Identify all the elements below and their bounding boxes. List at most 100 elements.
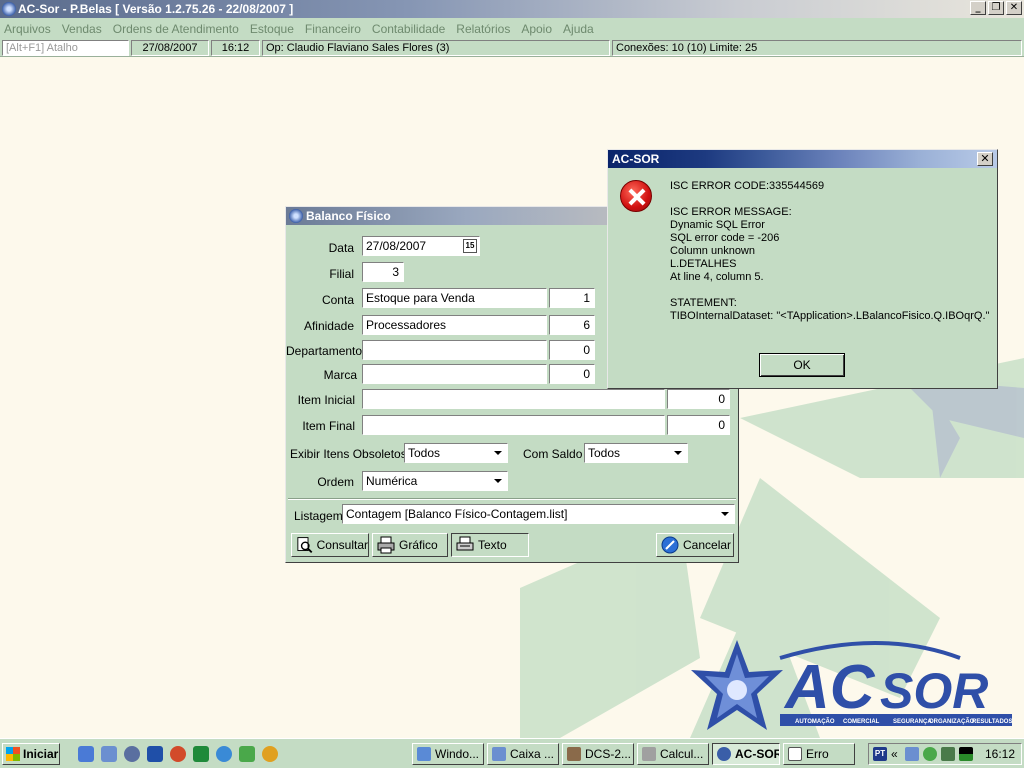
item-final-code-input[interactable]: 0 [667,415,730,435]
ok-button[interactable]: OK [759,353,845,377]
item-inicial-name-input[interactable] [362,389,665,409]
error-title-bar[interactable]: AC-SOR ✕ [608,150,997,168]
window-icon [788,747,802,761]
language-indicator[interactable]: PT [873,747,887,761]
label-departamento: Departamento [286,344,363,358]
task-calculadora[interactable]: Calcul... [637,743,709,765]
departamento-code-input[interactable]: 0 [549,340,595,360]
item-final-name-input[interactable] [362,415,665,435]
firefox-icon[interactable] [170,746,186,762]
close-button[interactable]: ✕ [1006,1,1022,15]
magnifier-icon [297,537,313,554]
printer-icon [456,536,474,551]
ordem-select[interactable]: Numérica [362,471,508,491]
balanco-title: Balanco Físico [306,209,391,223]
user-icon[interactable] [941,747,955,761]
chevron-down-icon [670,445,686,461]
task-label: Erro [806,747,829,761]
error-title: AC-SOR [612,152,660,166]
task-ac-sor[interactable]: AC-SOR [712,743,780,765]
ordem-value: Numérica [366,474,418,488]
menu-apoio[interactable]: Apoio [521,22,552,36]
minimize-button[interactable]: _ [970,1,986,15]
settings-icon[interactable] [124,746,140,762]
menu-ordens[interactable]: Ordens de Atendimento [113,22,239,36]
cancelar-button[interactable]: Cancelar [656,533,734,557]
afinidade-name-input[interactable]: Processadores [362,315,547,335]
afinidade-code-input[interactable]: 6 [549,315,595,335]
shortcut-input[interactable]: [Alt+F1] Atalho [2,40,129,56]
com-saldo-select[interactable]: Todos [584,443,688,463]
task-erro[interactable]: Erro [783,743,855,765]
task-label: Calcul... [660,747,704,761]
network-icon[interactable] [905,747,919,761]
label-afinidade: Afinidade [303,319,354,333]
menu-arquivos[interactable]: Arquivos [4,22,51,36]
marca-name-input[interactable] [362,364,547,384]
item-inicial-code-input[interactable]: 0 [667,389,730,409]
menu-contabilidade[interactable]: Contabilidade [372,22,445,36]
status-time: 16:12 [211,40,260,56]
exibir-value: Todos [408,446,441,460]
app-title: AC-Sor - P.Belas [ Versão 1.2.75.26 - 22… [18,2,294,16]
excel-icon[interactable] [193,746,209,762]
show-desktop-icon[interactable] [78,746,94,762]
clock: 16:12 [984,747,1015,761]
cancel-icon [661,536,679,554]
label-ordem: Ordem [317,475,354,489]
messenger-icon[interactable] [239,746,255,762]
status-operator: Op: Claudio Flaviano Sales Flores (3) [262,40,610,56]
texto-button[interactable]: Texto [451,533,529,557]
status-date: 27/08/2007 [131,40,209,56]
conta-code-input[interactable]: 1 [549,288,595,308]
task-label: Caixa ... [510,747,555,761]
label-com-saldo: Com Saldo [523,447,583,461]
divider [288,498,736,500]
menu-vendas[interactable]: Vendas [62,22,102,36]
task-label: AC-SOR [735,747,780,761]
listagem-select[interactable]: Contagem [Balanco Físico-Contagem.list] [342,504,735,524]
menu-relatorios[interactable]: Relatórios [456,22,510,36]
marca-code-input[interactable]: 0 [549,364,595,384]
logo-brand-sor: SOR [880,663,988,719]
close-icon[interactable]: ✕ [977,152,993,166]
tray-expand-icon[interactable]: « [891,747,905,761]
ie-icon[interactable] [216,746,232,762]
restore-button[interactable]: ❐ [988,1,1004,15]
menu-bar: Arquivos Vendas Ordens de Atendimento Es… [0,18,1024,39]
data-value: 27/08/2007 [366,239,427,253]
printer-icon [377,536,395,554]
grafico-label: Gráfico [399,538,438,552]
label-marca: Marca [323,368,357,382]
data-input[interactable]: 27/08/2007 15 [362,236,480,256]
filial-input[interactable]: 3 [362,262,404,282]
consultar-button[interactable]: Consultar [291,533,369,557]
grafico-button[interactable]: Gráfico [372,533,448,557]
system-tray: PT « 16:12 [868,743,1022,765]
outlook-icon[interactable] [101,746,117,762]
departamento-name-input[interactable] [362,340,547,360]
menu-financeiro[interactable]: Financeiro [305,22,361,36]
start-button[interactable]: Iniciar [2,743,60,765]
calculator-icon [642,747,656,761]
media-player-icon[interactable] [262,746,278,762]
app-icon [717,747,731,761]
error-message: ISC ERROR CODE:335544569 ISC ERROR MESSA… [670,180,990,322]
logo-tagline-2: COMERCIAL [843,719,880,725]
app-icon [2,2,16,16]
window-icon [417,747,431,761]
messenger-tray-icon[interactable] [923,747,937,761]
task-windows[interactable]: Windo... [412,743,484,765]
menu-estoque[interactable]: Estoque [250,22,294,36]
chevron-down-icon [490,445,506,461]
app-title-bar[interactable]: AC-Sor - P.Belas [ Versão 1.2.75.26 - 22… [0,0,1024,18]
menu-ajuda[interactable]: Ajuda [563,22,594,36]
word-icon[interactable] [147,746,163,762]
conta-name-input[interactable]: Estoque para Venda [362,288,547,308]
mail-icon [492,747,506,761]
calendar-icon[interactable]: 15 [463,239,477,253]
task-caixa[interactable]: Caixa ... [487,743,559,765]
task-dcs[interactable]: DCS-2... [562,743,634,765]
exibir-obsoletos-select[interactable]: Todos [404,443,508,463]
antivirus-icon[interactable] [959,747,973,761]
